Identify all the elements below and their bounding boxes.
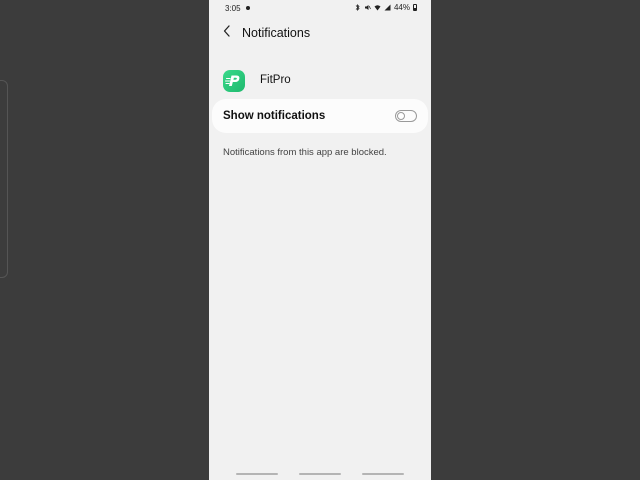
app-row: FitPro bbox=[209, 66, 431, 96]
nav-home-hint[interactable] bbox=[299, 473, 341, 475]
fitpro-app-icon bbox=[223, 70, 245, 92]
show-notifications-label: Show notifications bbox=[223, 110, 326, 122]
battery-percent: 44% bbox=[393, 3, 410, 12]
nav-back-hint[interactable] bbox=[362, 473, 404, 475]
phone-screen: 3:05 44% Notifications FitPro Show notif… bbox=[209, 0, 431, 480]
status-time: 3:05 bbox=[225, 4, 241, 13]
notification-dot-icon bbox=[246, 6, 250, 10]
chevron-left-icon bbox=[223, 24, 231, 42]
wifi-icon bbox=[374, 4, 381, 11]
show-notifications-toggle[interactable] bbox=[395, 110, 417, 122]
signal-icon bbox=[384, 4, 391, 11]
status-icons: 44% bbox=[354, 3, 417, 12]
show-notifications-row[interactable]: Show notifications bbox=[212, 99, 428, 133]
nav-recents-hint[interactable] bbox=[236, 473, 278, 475]
ghost-frame bbox=[0, 80, 8, 278]
page-title: Notifications bbox=[242, 26, 311, 40]
battery-icon bbox=[413, 4, 417, 11]
blocked-notice: Notifications from this app are blocked. bbox=[223, 147, 387, 158]
back-button[interactable] bbox=[219, 24, 235, 42]
mute-icon bbox=[364, 4, 371, 11]
status-bar: 3:05 44% bbox=[209, 0, 431, 16]
page-header: Notifications bbox=[209, 20, 431, 46]
toggle-knob bbox=[397, 112, 405, 120]
gesture-nav-bar bbox=[209, 470, 431, 480]
app-name: FitPro bbox=[260, 74, 291, 86]
bluetooth-icon bbox=[354, 4, 361, 11]
